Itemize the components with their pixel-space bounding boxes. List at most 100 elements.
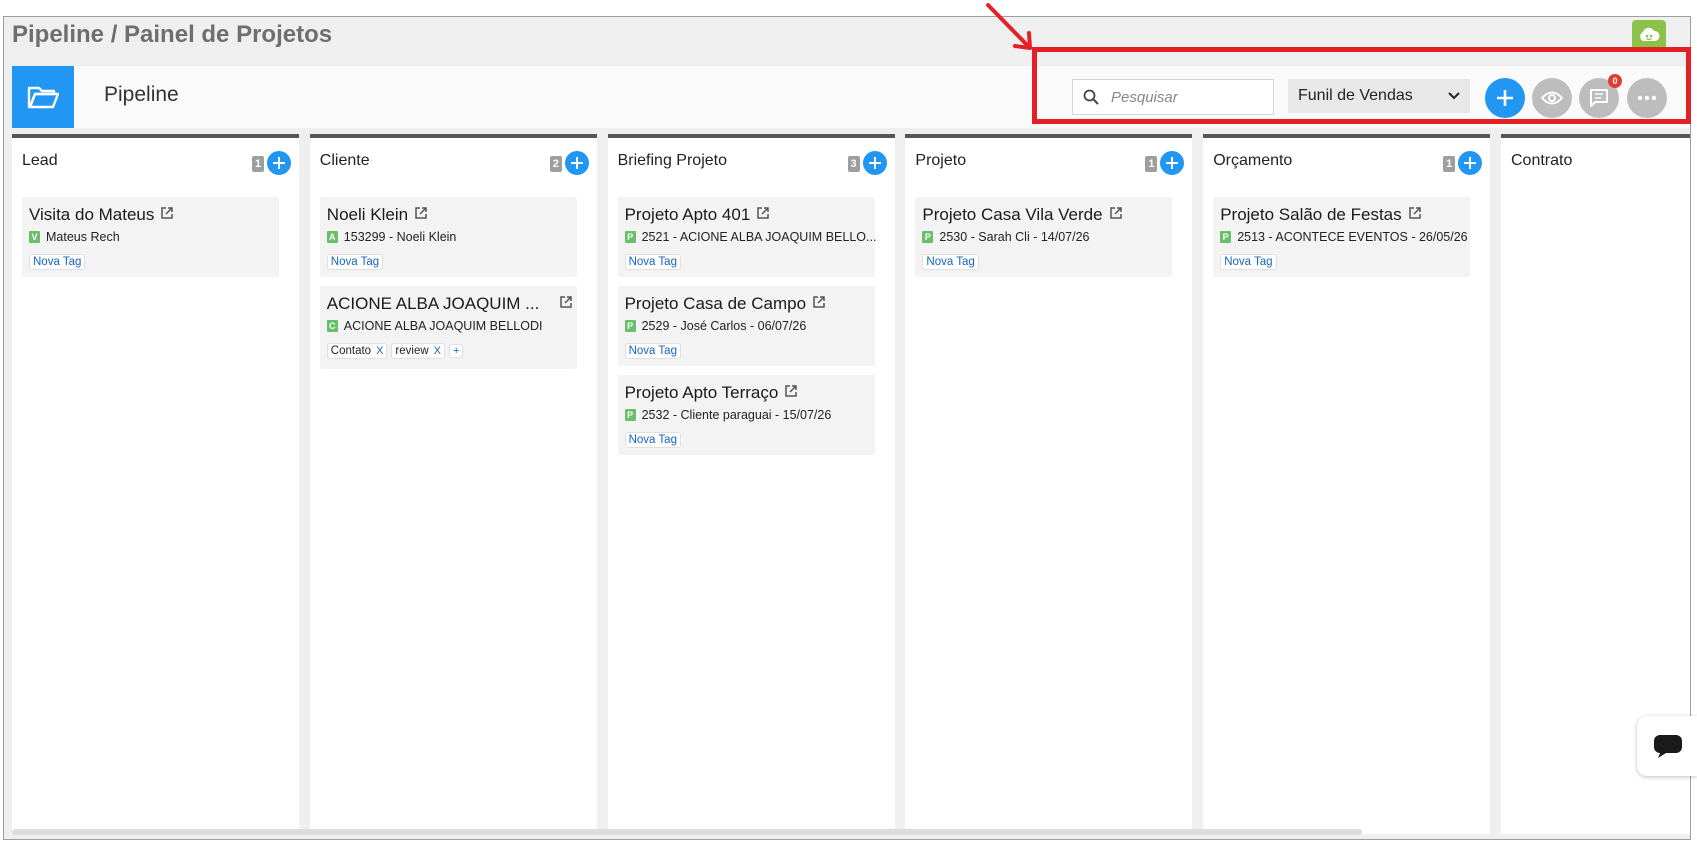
column-add-button[interactable] — [862, 151, 887, 175]
card-title-text: Noeli Klein — [326, 205, 409, 224]
kanban-column: Orçamento 1 Projeto Salão de Festas P 2513 -… — [1203, 134, 1491, 834]
chat-bubble-icon — [1654, 735, 1682, 758]
funnel-select[interactable]: Funil de Vendas — [1288, 79, 1470, 113]
search-input[interactable] — [1109, 87, 1259, 107]
card-title[interactable]: Visita do Mateus — [29, 205, 174, 225]
view-button[interactable] — [1532, 78, 1572, 118]
card-title[interactable]: Projeto Casa de Campo — [625, 294, 826, 314]
card-tags: Contato Xreview X + — [326, 343, 464, 359]
card-title[interactable]: ACIONE ALBA JOAQUIM ... — [327, 294, 574, 314]
card-title[interactable]: Projeto Apto Terraço — [625, 383, 799, 403]
card-title-text: Projeto Apto 401 — [624, 205, 751, 224]
card-type-badge: P — [922, 231, 934, 243]
card-title[interactable]: Projeto Salão de Festas — [1220, 205, 1421, 225]
ellipsis-icon — [1637, 95, 1657, 101]
pipeline-card[interactable]: Projeto Casa de Campo P 2529 - José Carlos… — [617, 286, 875, 366]
external-link-icon[interactable] — [1408, 205, 1422, 225]
card-subtitle-text: 2521 - ACIONE ALBA JOAQUIM BELLO... — [641, 230, 877, 244]
column-count-badge: 2 — [549, 156, 562, 172]
card-title-text: Visita do Mateus — [29, 205, 155, 224]
card-subtitle-text: Mateus Rech — [46, 230, 120, 244]
horizontal-scrollbar[interactable] — [12, 829, 1362, 835]
tag-remove-button[interactable]: X — [376, 345, 383, 357]
column-count-badge: 1 — [1443, 156, 1456, 172]
support-chat-button[interactable] — [1637, 716, 1697, 776]
search-icon — [1083, 89, 1099, 105]
card-type-badge: A — [326, 231, 338, 243]
page-title: Pipeline — [104, 83, 179, 106]
pipeline-card[interactable]: Visita do Mateus V Mateus Rech Nova Tag — [22, 197, 279, 277]
column-add-button[interactable] — [1160, 151, 1185, 175]
card-title-text: ACIONE ALBA JOAQUIM ... — [326, 294, 540, 313]
pipeline-card[interactable]: Projeto Apto 401 P 2521 - ACIONE ALBA JOAQ… — [617, 197, 877, 277]
card-subtitle-text: 2513 - ACONTECE EVENTOS - 26/05/26 — [1237, 230, 1468, 244]
new-tag-button[interactable]: Nova Tag — [624, 254, 681, 270]
card-subtitle-text: 2530 - Sarah Cli - 14/07/26 — [939, 230, 1090, 244]
external-link-icon[interactable] — [414, 205, 428, 225]
tag-label: Contato — [330, 345, 372, 357]
external-link-icon[interactable] — [160, 205, 174, 225]
messages-button[interactable]: 0 — [1579, 74, 1622, 118]
column-add-button[interactable] — [564, 151, 589, 175]
pipeline-card[interactable]: ACIONE ALBA JOAQUIM ... C ACIONE ALBA JOAQ… — [319, 286, 577, 369]
new-tag-button[interactable]: Nova Tag — [624, 343, 681, 359]
plus-icon — [868, 157, 881, 169]
tag-remove-button[interactable]: X — [434, 345, 441, 357]
plus-icon — [1497, 90, 1513, 106]
external-link-icon[interactable] — [784, 383, 798, 403]
kanban-column: Projeto 1 Projeto Casa Vila Verde P 2530 - S… — [905, 134, 1193, 834]
chevron-down-icon — [1448, 92, 1460, 100]
new-tag-button[interactable]: Nova Tag — [29, 254, 86, 270]
cloud-face-logo-icon[interactable] — [1632, 20, 1666, 52]
card-type-badge: P — [624, 320, 636, 332]
external-link-icon[interactable] — [812, 294, 826, 314]
plus-icon — [570, 157, 583, 169]
column-add-button[interactable] — [1458, 151, 1483, 175]
search-field[interactable] — [1072, 79, 1274, 115]
card-title[interactable]: Projeto Casa Vila Verde — [922, 205, 1122, 225]
tag-chip[interactable]: review X — [391, 343, 445, 359]
pipeline-card[interactable]: Projeto Salão de Festas P 2513 - ACONTECE … — [1213, 197, 1471, 277]
card-type-badge: V — [29, 231, 40, 243]
tag-chip[interactable]: Contato X — [326, 343, 388, 359]
new-tag-button[interactable]: Nova Tag — [624, 432, 681, 448]
pipeline-card[interactable]: Projeto Casa Vila Verde P 2530 - Sarah Cli… — [915, 197, 1173, 277]
column-count-badge: 1 — [252, 156, 264, 172]
folder-open-icon — [12, 66, 74, 128]
kanban-column: Lead 1 Visita do Mateus V Mateus Rech Nova Ta… — [12, 134, 299, 834]
card-subtitle: P 2521 - ACIONE ALBA JOAQUIM BELLO... — [624, 230, 877, 244]
plus-icon — [1166, 157, 1179, 169]
pipeline-header: Pipeline Funil de Vendas — [12, 66, 1690, 128]
card-subtitle-text: 2532 - Cliente paraguai - 15/07/26 — [641, 408, 832, 422]
card-subtitle: A 153299 - Noeli Klein — [326, 230, 457, 244]
more-button[interactable] — [1627, 78, 1667, 118]
external-link-icon[interactable] — [559, 294, 573, 314]
card-title[interactable]: Projeto Apto 401 — [625, 205, 771, 225]
card-title-text: Projeto Salão de Festas — [1220, 205, 1402, 224]
card-subtitle-text: 153299 - Noeli Klein — [343, 230, 457, 244]
card-type-badge: P — [1220, 231, 1232, 243]
chat-icon — [1590, 89, 1608, 107]
app-frame: Pipeline / Painel de Projetos Pipeline F… — [3, 16, 1691, 840]
page-breadcrumb: Pipeline / Painel de Projetos — [12, 21, 333, 48]
external-link-icon[interactable] — [756, 205, 770, 225]
column-add-button[interactable] — [267, 151, 291, 175]
external-link-icon[interactable] — [1109, 205, 1123, 225]
add-button[interactable] — [1485, 78, 1525, 118]
pipeline-card[interactable]: Noeli Klein A 153299 - Noeli Klein Nova Tag — [319, 197, 577, 277]
card-title[interactable]: Noeli Klein — [327, 205, 428, 225]
card-subtitle: V Mateus Rech — [29, 230, 120, 244]
card-subtitle: P 2532 - Cliente paraguai - 15/07/26 — [624, 408, 832, 422]
column-title: Lead — [22, 152, 58, 169]
new-tag-button[interactable]: Nova Tag — [1220, 254, 1277, 270]
new-tag-button[interactable]: Nova Tag — [922, 254, 979, 270]
pipeline-card[interactable]: Projeto Apto Terraço P 2532 - Cliente para… — [617, 375, 875, 455]
column-title: Projeto — [915, 152, 967, 169]
kanban-column: Briefing Projeto 3 Projeto Apto 401 P 2521 -… — [607, 134, 895, 834]
new-tag-button[interactable]: Nova Tag — [326, 254, 384, 270]
card-subtitle-text: ACIONE ALBA JOAQUIM BELLODI — [343, 319, 543, 333]
card-subtitle: C ACIONE ALBA JOAQUIM BELLODI — [326, 319, 543, 333]
card-subtitle: P 2530 - Sarah Cli - 14/07/26 — [922, 230, 1089, 244]
add-tag-button[interactable]: + — [449, 344, 464, 358]
column-title: Cliente — [319, 152, 370, 169]
